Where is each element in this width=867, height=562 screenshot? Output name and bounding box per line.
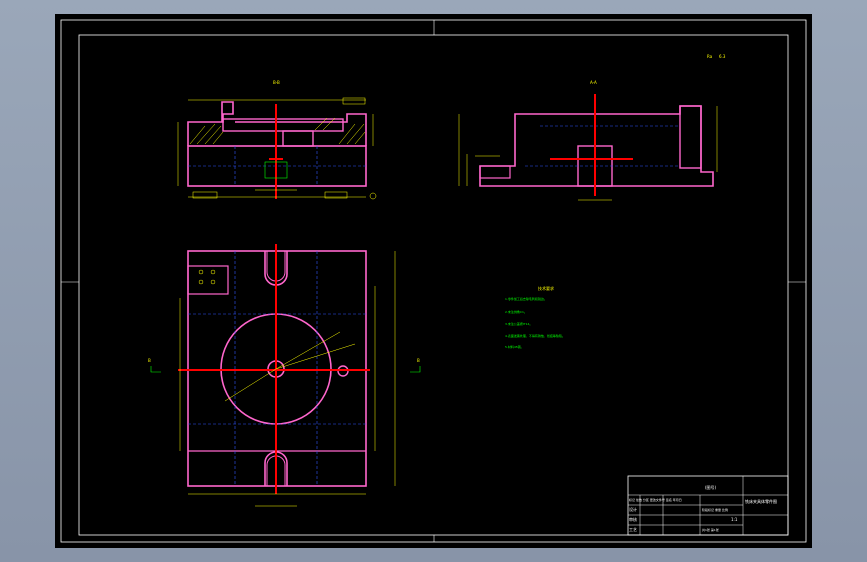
front-center-pocket — [282, 130, 314, 147]
side-step — [479, 165, 511, 179]
roughness-label: Ra — [707, 54, 713, 59]
title-block-stage-row: 阶段标记 重量 比例 — [702, 507, 728, 512]
plan-corner-holes — [198, 269, 216, 285]
notes-title: 技术要求 — [538, 285, 554, 291]
note-line: 1.零件加工后去除毛刺和锐边。 — [505, 296, 547, 301]
title-block-row2: 设计 — [629, 506, 637, 512]
inner-frame — [78, 34, 789, 536]
note-line: 3.未注公差按IT14。 — [505, 321, 532, 326]
title-block-scale: 1:1 — [731, 517, 738, 522]
title-block-code: (图号) — [705, 484, 717, 490]
roughness-value: 6.3 — [719, 54, 726, 59]
title-block-row3: 审核 — [629, 516, 637, 522]
side-section-view: A-A Ra 6.3 — [458, 54, 726, 201]
plan-corner-pocket — [187, 265, 229, 295]
section-arrow-left — [150, 366, 161, 373]
section-mark-left: B — [148, 358, 151, 363]
side-view-title: A-A — [590, 80, 597, 85]
plan-radial-lines — [224, 331, 356, 402]
title-block-row1: 标记 处数 分区 更改文件号 签名 年月日 — [629, 497, 682, 502]
note-line: 2.未注倒角C1。 — [505, 309, 527, 314]
title-block-name: 铣床夹具体零件图 — [745, 498, 777, 504]
note-line: 4.表面发黑处理，不得有锈蚀、划痕等缺陷。 — [505, 333, 565, 338]
front-view-title: B-B — [273, 80, 280, 85]
cad-viewport[interactable]: B-B A-A Ra 6.3 B B 技术要求 1.零件加工后去除毛刺和锐边。 … — [55, 14, 812, 548]
front-section-view: B-B — [177, 80, 377, 200]
title-block-row4: 工艺 — [629, 527, 637, 532]
front-balloon — [369, 192, 377, 200]
outer-frame — [60, 19, 807, 543]
technical-notes: 技术要求 1.零件加工后去除毛刺和锐边。 2.未注倒角C1。 3.未注公差按IT… — [505, 285, 565, 349]
drawing-canvas: B-B A-A Ra 6.3 B B 技术要求 1.零件加工后去除毛刺和锐边。 … — [60, 19, 807, 543]
section-arrow-right — [410, 366, 421, 373]
note-line: 5.材料45钢。 — [505, 344, 524, 349]
front-t-slot — [222, 118, 344, 132]
section-mark-right: B — [417, 358, 420, 363]
side-upright — [679, 105, 702, 169]
title-block: (图号) 铣床夹具体零件图 标记 处数 分区 更改文件号 签名 年月日 设计 审… — [627, 475, 789, 536]
title-block-sheet: 共1张 第1张 — [702, 527, 719, 532]
plan-view: B B — [148, 244, 421, 507]
